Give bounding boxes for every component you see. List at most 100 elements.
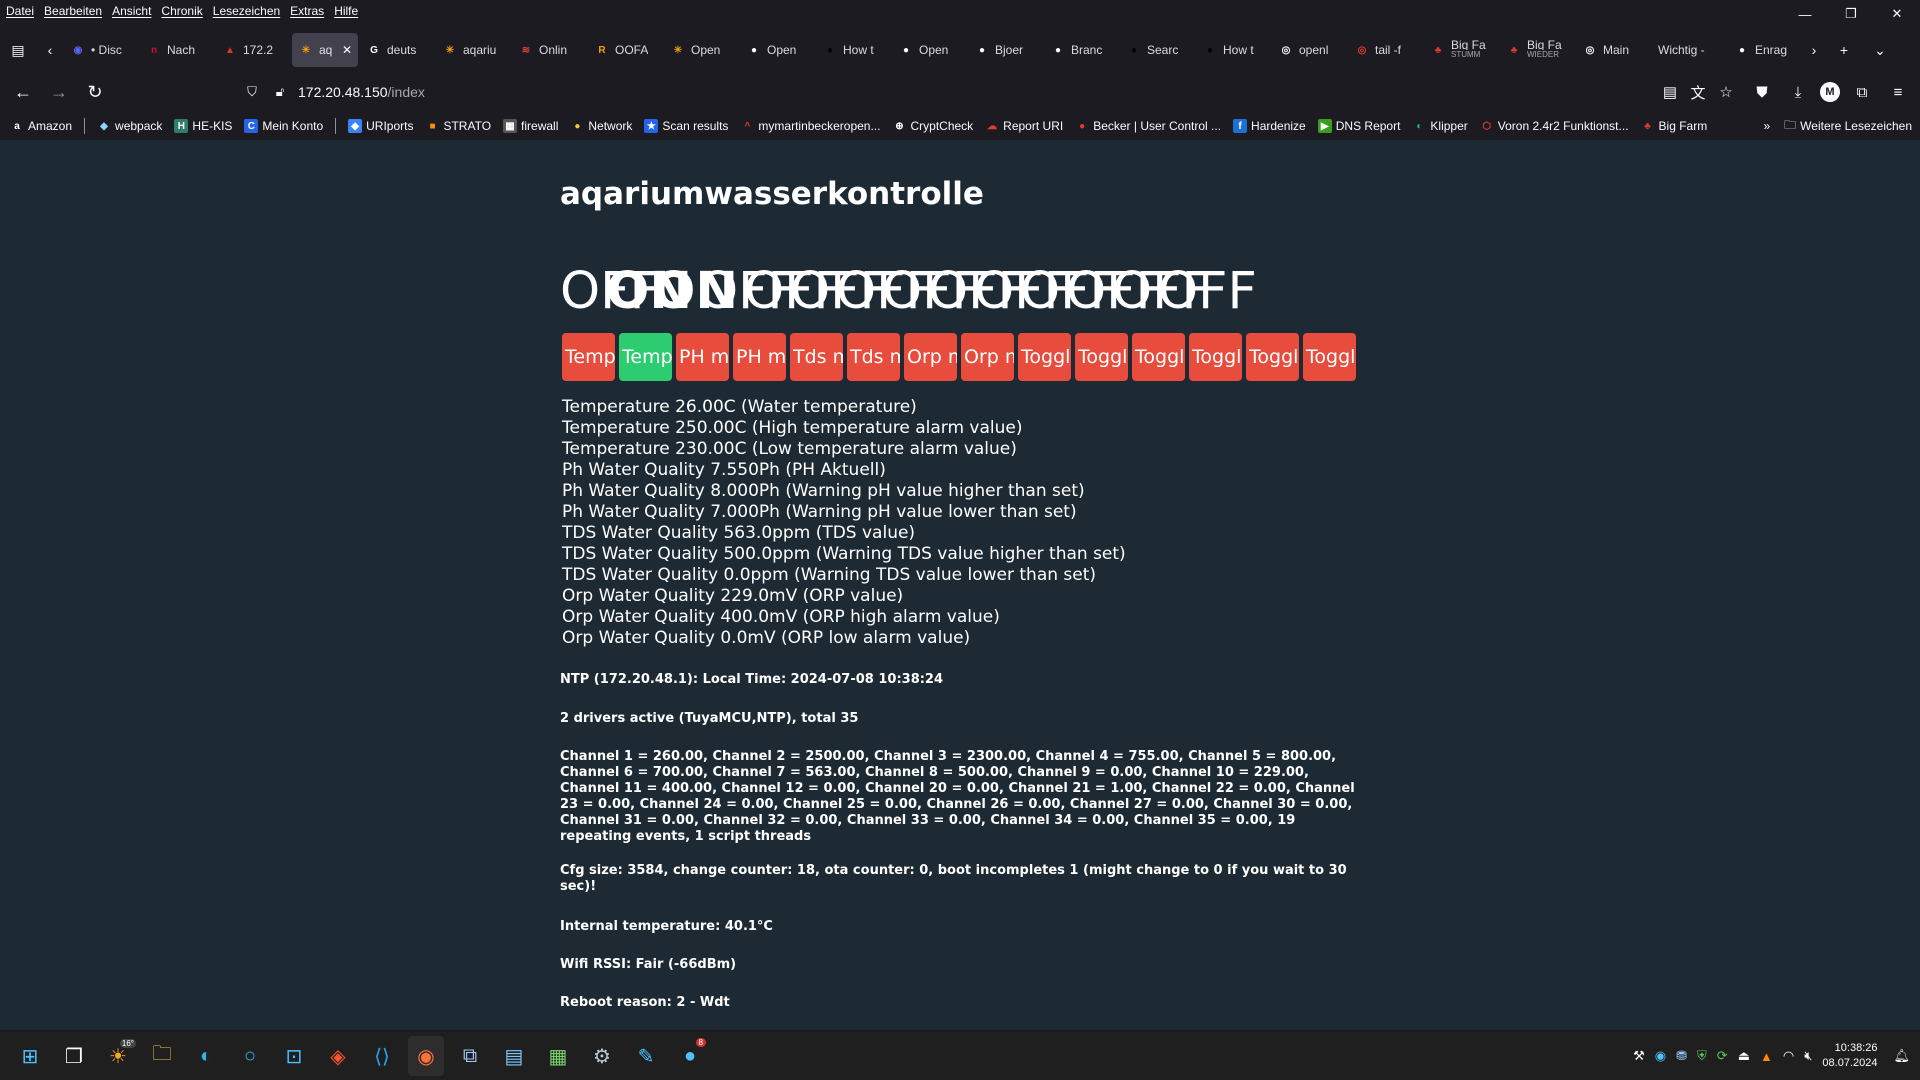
clock[interactable]: 10:38:26 08.07.2024	[1822, 1041, 1877, 1071]
toggle-button[interactable]: Toggle	[1075, 333, 1128, 381]
toggle-button[interactable]: Orp m	[961, 333, 1014, 381]
bookmark-item[interactable]: ▶ DNS Report	[1317, 119, 1400, 133]
tab[interactable]: ♣ Big Fa STUMM	[1424, 33, 1498, 67]
vscode-icon[interactable]: ⟨⟩	[364, 1036, 400, 1076]
translate-icon[interactable]: 文	[1684, 76, 1712, 108]
toggle-button[interactable]: Toggle	[1189, 333, 1242, 381]
toggle-button[interactable]: Toggle	[1246, 333, 1299, 381]
tab[interactable]: n Nach	[140, 33, 214, 67]
menu-item-hilfe[interactable]: Hilfe	[334, 4, 358, 18]
toggle-button[interactable]: Tds m	[790, 333, 843, 381]
account-avatar-icon[interactable]: M	[1820, 82, 1840, 102]
tab[interactable]: ◉ • Disc	[64, 33, 138, 67]
weather-icon[interactable]: ☀ 16°	[100, 1036, 136, 1076]
bookmark-star-icon[interactable]: ☆	[1712, 76, 1740, 108]
tray-sync-icon[interactable]: ⟳	[1717, 1048, 1728, 1064]
url-bar[interactable]: ⛉ 🔓︎ 172.20.48.150/index	[232, 76, 1482, 108]
bookmark-item[interactable]: ◆ webpack	[97, 119, 162, 133]
bookmarks-chevron-icon[interactable]: »	[1763, 119, 1770, 133]
firefox-icon[interactable]: ◉	[408, 1036, 444, 1076]
tray-usb-icon[interactable]: ⏏	[1738, 1048, 1750, 1064]
toggle-button[interactable]: Toggle	[1303, 333, 1356, 381]
tab[interactable]: ♣ Big Fa WIEDER	[1500, 33, 1574, 67]
bookmark-item[interactable]: ◆ URIports	[348, 119, 413, 133]
bookmark-item[interactable]: ★ Scan results	[644, 119, 728, 133]
notification-bell-icon[interactable]: 🔔︎	[1893, 1048, 1910, 1064]
start-windows-icon[interactable]: ⊞	[12, 1036, 48, 1076]
bookmark-item[interactable]: ◐ Klipper	[1412, 119, 1468, 133]
menu-item-chronik[interactable]: Chronik	[161, 4, 202, 18]
tray-chrome-icon[interactable]: ◉	[1655, 1048, 1666, 1064]
toggle-button[interactable]: Temp	[562, 333, 615, 381]
bookmark-item[interactable]: ● Becker | User Control ...	[1075, 119, 1221, 133]
toggle-button[interactable]: Toggle	[1018, 333, 1071, 381]
bookmark-item[interactable]: f Hardenize	[1233, 119, 1306, 133]
tab[interactable]: Wichtig -	[1652, 33, 1726, 67]
reload-icon[interactable]: ↻	[77, 76, 113, 108]
close-tab-icon[interactable]: ✕	[342, 43, 352, 57]
bookmark-item[interactable]: ⊕ CryptCheck	[892, 119, 973, 133]
tab[interactable]: ● Open	[740, 33, 814, 67]
tab[interactable]: ◎ Main	[1576, 33, 1650, 67]
store-icon[interactable]: ⊡	[276, 1036, 312, 1076]
new-tab-icon[interactable]: +	[1826, 34, 1862, 66]
app-notification-icon[interactable]: ● 8	[672, 1036, 708, 1076]
paint-icon[interactable]: ✎	[628, 1036, 664, 1076]
bookmark-item[interactable]: ⬡ Voron 2.4r2 Funktionst...	[1479, 119, 1629, 133]
menu-item-datei[interactable]: Datei	[6, 4, 34, 18]
tray-vlc-icon[interactable]: ▲	[1760, 1049, 1773, 1064]
list-all-tabs-icon[interactable]: ⌄	[1862, 34, 1898, 66]
tab-active[interactable]: ✳ aq ✕	[292, 33, 358, 67]
extensions-icon[interactable]: ⧉	[1848, 76, 1876, 108]
tabs-scroll-left-icon[interactable]: ‹	[36, 34, 64, 66]
tab[interactable]: ✳ Open	[664, 33, 738, 67]
lock-icon[interactable]: 🔓︎	[270, 84, 290, 100]
forward-icon[interactable]: →	[41, 76, 77, 108]
tab[interactable]: ● Bjoer	[968, 33, 1042, 67]
menu-item-bearbeiten[interactable]: Bearbeiten	[44, 4, 102, 18]
tab[interactable]: ≋ Onlin	[512, 33, 586, 67]
tray-app-icon[interactable]: ⚒	[1633, 1048, 1645, 1064]
remote-desktop-icon[interactable]: ⧉	[452, 1036, 488, 1076]
bookmark-item[interactable]: a Amazon	[10, 119, 72, 133]
bookmark-item[interactable]: C Mein Konto	[244, 119, 323, 133]
other-bookmarks-folder[interactable]: Weitere Lesezeichen	[1800, 119, 1912, 133]
shield-icon[interactable]: ⛉	[242, 84, 262, 100]
reader-view-icon[interactable]: ▤	[1656, 76, 1684, 108]
bookmark-item[interactable]: ♣ Big Farm	[1640, 119, 1707, 133]
bookmark-item[interactable]: ☁ Report URI	[985, 119, 1063, 133]
tab[interactable]: ▲ 172.2	[216, 33, 290, 67]
tab[interactable]: ✳ aqariu	[436, 33, 510, 67]
volume-muted-icon[interactable]: 🔇︎	[1804, 1048, 1812, 1064]
tab[interactable]: ● How t	[1196, 33, 1270, 67]
file-explorer-icon[interactable]: 🗀︎	[144, 1036, 180, 1076]
brave-icon[interactable]: ◈	[320, 1036, 356, 1076]
bookmark-item[interactable]: ■ STRATO	[425, 119, 491, 133]
cortana-icon[interactable]: ○	[232, 1036, 268, 1076]
tab[interactable]: ● Branc	[1044, 33, 1118, 67]
notepad-icon[interactable]: ▤	[496, 1036, 532, 1076]
toggle-button[interactable]: Orp m	[904, 333, 957, 381]
menu-hamburger-icon[interactable]: ≡	[1884, 76, 1912, 108]
tab[interactable]: ● How t	[816, 33, 890, 67]
bookmark-item[interactable]: ▦ firewall	[503, 119, 558, 133]
menu-item-extras[interactable]: Extras	[290, 4, 324, 18]
tab-overview-icon[interactable]: ▤	[0, 34, 36, 66]
bookmark-item[interactable]: H HE-KIS	[174, 119, 232, 133]
bookmark-item[interactable]: ● Network	[570, 119, 632, 133]
tab[interactable]: R OOFA	[588, 33, 662, 67]
toggle-button[interactable]: PH mi	[733, 333, 786, 381]
toggle-button[interactable]: PH ma	[676, 333, 729, 381]
bookmark-item[interactable]: ^ mymartinbeckeropen...	[740, 119, 880, 133]
back-icon[interactable]: ←	[5, 76, 41, 108]
toggle-button[interactable]: Toggle	[1132, 333, 1185, 381]
tab[interactable]: ◎ openl	[1272, 33, 1346, 67]
minimize-button[interactable]: —	[1782, 0, 1828, 28]
tray-security-icon[interactable]: ⛨	[1697, 1048, 1707, 1064]
task-view-icon[interactable]: ❐	[56, 1036, 92, 1076]
tabs-scroll-right-icon[interactable]: ›	[1802, 34, 1826, 66]
close-window-button[interactable]: ✕	[1874, 0, 1920, 28]
tray-network-drive-icon[interactable]: ⛃	[1676, 1048, 1687, 1064]
wifi-icon[interactable]: ◠	[1783, 1048, 1794, 1064]
tab[interactable]: ● Searc	[1120, 33, 1194, 67]
